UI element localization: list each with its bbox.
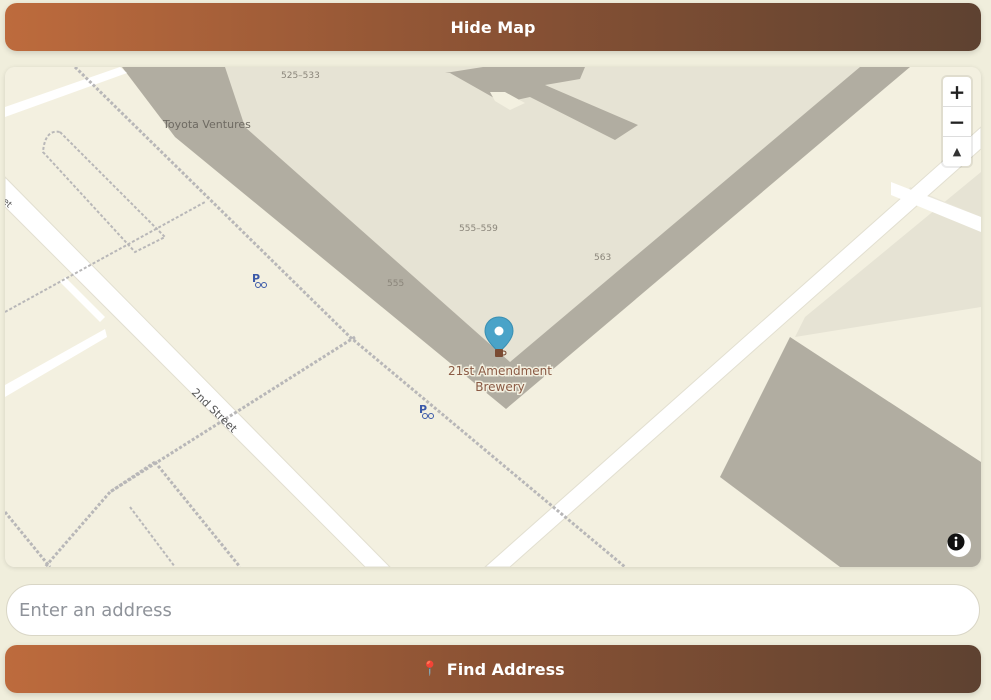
label-number-555-559: 555–559 [459,224,498,234]
compass-icon: ▲ [952,145,962,158]
address-input[interactable] [6,584,980,636]
zoom-in-button[interactable]: + [943,77,971,107]
marker-label-line1: 21st Amendment [448,364,552,378]
label-number-525: 525–533 [281,71,320,81]
hide-map-button[interactable]: Hide Map [5,3,981,51]
compass-button[interactable]: ▲ [943,137,971,166]
label-number-563: 563 [594,253,611,263]
find-address-button[interactable]: 📍 Find Address [5,645,981,693]
map-canvas[interactable]: Toyota Ventures 525–533 555–559 563 555 … [5,67,981,567]
zoom-out-button[interactable]: − [943,107,971,137]
map-navigation-control: + − ▲ [943,77,971,166]
marker-label-line2: Brewery [475,380,525,394]
map-view[interactable]: Toyota Ventures 525–533 555–559 563 555 … [5,67,981,567]
info-icon [947,533,965,551]
find-address-label: Find Address [446,659,565,679]
pin-icon: 📍 [421,661,439,677]
attribution-info-button[interactable] [947,533,971,557]
label-toyota-ventures: Toyota Ventures [162,118,251,131]
label-number-555: 555 [387,279,404,289]
